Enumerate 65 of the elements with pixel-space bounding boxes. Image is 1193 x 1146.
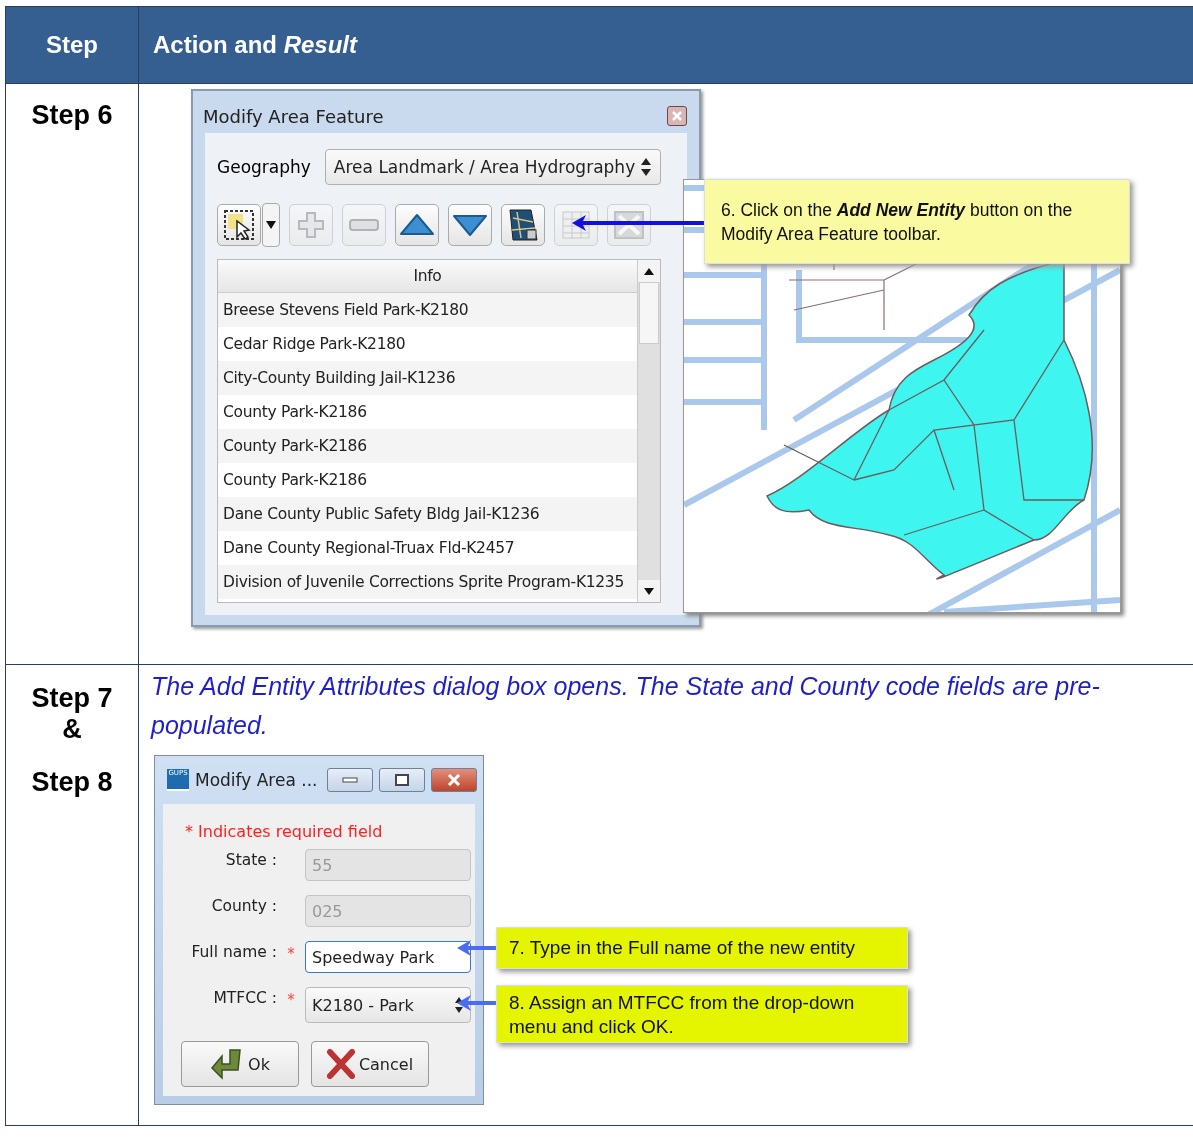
scroll-up-icon	[644, 267, 654, 275]
toolbar-button[interactable]	[448, 204, 492, 246]
plus-icon	[296, 210, 326, 240]
required-mark: *	[286, 944, 296, 963]
list-item[interactable]: City-County Building Jail-K1236	[218, 361, 637, 395]
callout-note: 8. Assign an MTFCC from the drop-down menu and click OK.	[496, 985, 908, 1043]
scrollbar[interactable]	[637, 260, 660, 602]
maximize-button[interactable]	[379, 768, 425, 792]
field-label: Geography	[217, 157, 311, 177]
close-button[interactable]	[667, 106, 687, 126]
window-title: Modify Area ...	[195, 770, 319, 790]
spinner-arrows-icon	[454, 996, 464, 1014]
toolbar-button[interactable]	[501, 204, 545, 246]
selection-icon	[223, 209, 255, 241]
window-title: Modify Area Feature	[203, 105, 384, 127]
minimize-button[interactable]	[327, 768, 373, 792]
toolbar-button[interactable]	[217, 204, 261, 246]
spinner-arrows-icon	[640, 157, 652, 177]
triangle-down-icon	[452, 213, 488, 237]
map-add-icon	[507, 208, 539, 242]
list-item[interactable]: County Park-K2186	[218, 395, 637, 429]
field-label: Full name :	[190, 942, 277, 961]
geography-dropdown[interactable]: Area Landmark / Area Hydrography	[324, 149, 661, 185]
cancel-button[interactable]: Cancel	[311, 1041, 429, 1087]
arrow-icon	[457, 940, 497, 956]
column-header: Info	[218, 260, 637, 293]
list-item[interactable]: County Park-K2186	[218, 429, 637, 463]
arrow-icon	[572, 215, 704, 231]
step-label: Step 7	[31, 683, 113, 714]
minimize-icon	[342, 777, 358, 783]
minus-icon	[348, 218, 380, 232]
required-note: * Indicates required field	[185, 822, 384, 841]
callout-note: 6. Click on the Add New Entity button on the Modify Area Feature toolbar.	[704, 179, 1130, 264]
list-item[interactable]: Cedar Ridge Park-K2180	[218, 327, 637, 361]
close-icon	[613, 210, 645, 240]
field-label: MTFCC :	[212, 988, 277, 1007]
list-item[interactable]: Breese Stevens Field Park-K2180	[218, 293, 637, 327]
step-label: Step 8	[31, 767, 113, 798]
close-icon	[672, 111, 682, 121]
toolbar-button[interactable]	[395, 204, 439, 246]
list-item[interactable]: Division of Juvenile Corrections Sprite Program-K1235	[218, 565, 637, 599]
arrow-icon	[457, 995, 497, 1011]
close-icon	[447, 774, 461, 786]
description-text: The Add Entity Attributes dialog box opens. The State and County code fields are pre-populated.	[149, 671, 1101, 741]
column-header: Action and Result	[152, 31, 359, 59]
list-item[interactable]: Dane County Regional-Truax Fld-K2457	[218, 531, 637, 565]
scrollbar-thumb[interactable]	[639, 282, 659, 344]
ok-button[interactable]: Ok	[181, 1041, 299, 1087]
field-label: State :	[224, 850, 277, 869]
cross-icon	[326, 1049, 355, 1079]
required-mark: *	[286, 990, 296, 1009]
input-field[interactable]: Speedway Park	[305, 941, 471, 973]
field-label: County :	[210, 896, 277, 915]
close-button[interactable]	[431, 768, 477, 792]
scroll-down-icon	[644, 587, 654, 595]
dropdown-caret[interactable]	[262, 203, 280, 247]
step-label: Step 6	[31, 100, 113, 130]
list-item[interactable]: County Park-K2186	[218, 463, 637, 497]
step-label: &	[62, 714, 82, 745]
callout-note: 7. Type in the Full name of the new entity	[496, 927, 908, 969]
mtfcc-dropdown[interactable]: K2180 - Park	[305, 987, 471, 1023]
triangle-up-icon	[399, 213, 435, 237]
list-item[interactable]: Dane County Public Safety Bldg Jail-K1236	[218, 497, 637, 531]
maximize-icon	[395, 774, 409, 786]
column-header: Step	[45, 31, 99, 59]
